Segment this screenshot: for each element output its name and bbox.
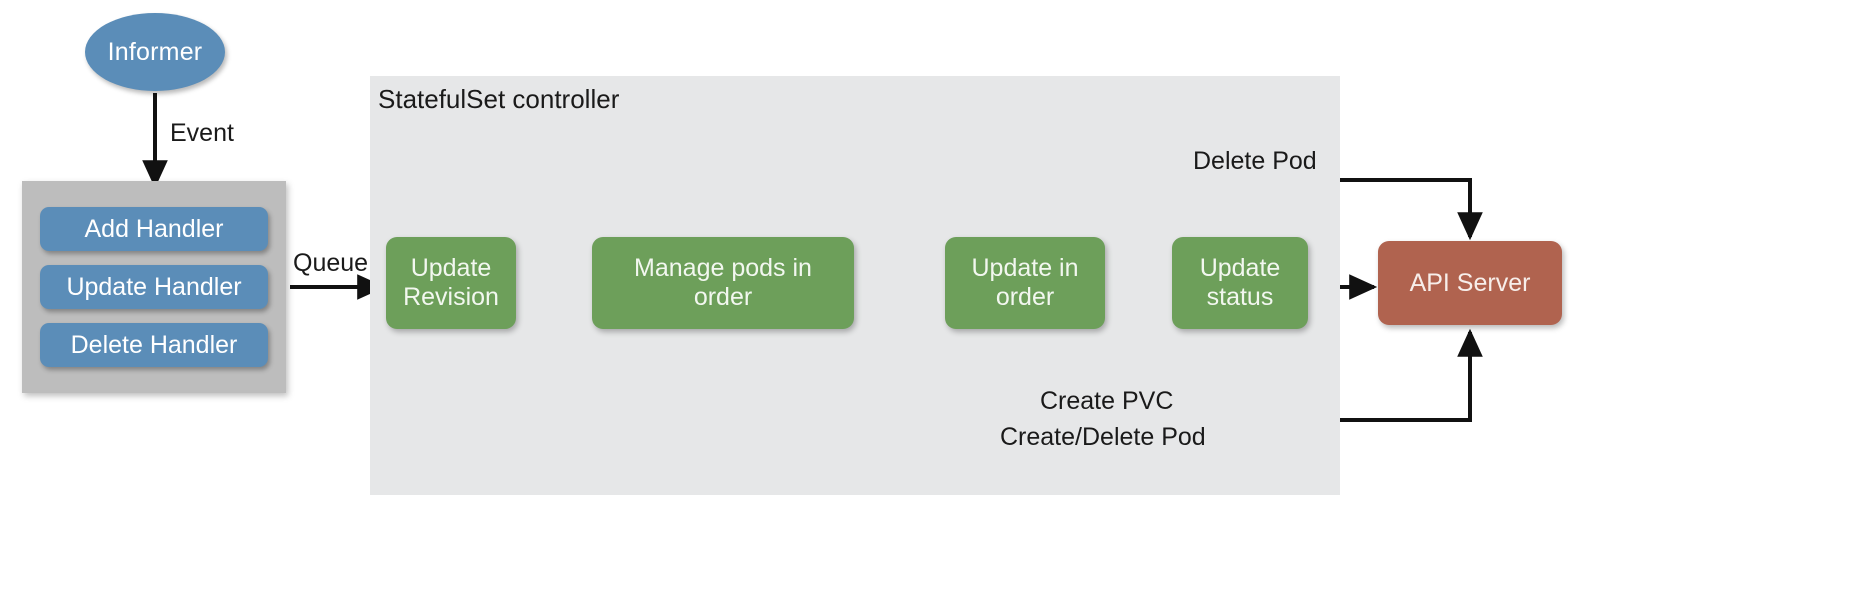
edge-label-create-pvc: Create PVC [1040, 387, 1174, 415]
informer-handlers-panel: Add Handler Update Handler Delete Handle… [22, 181, 286, 393]
process-update-revision[interactable]: Update Revision [386, 237, 516, 329]
statefulset-controller-title: StatefulSet controller [378, 84, 620, 114]
diagram-canvas: Informer Event Add Handler Update Handle… [0, 0, 1868, 610]
process-update-status-label: Update status [1199, 254, 1281, 311]
informer-node[interactable]: Informer [85, 13, 225, 91]
process-update-revision-label: Update Revision [403, 254, 499, 311]
api-server-node[interactable]: API Server [1378, 241, 1562, 325]
api-server-label: API Server [1409, 268, 1531, 297]
edge-label-event: Event [170, 119, 234, 147]
process-manage-pods-in-order-label: Manage pods in order [634, 254, 812, 311]
informer-label: Informer [107, 37, 203, 66]
handler-add[interactable]: Add Handler [40, 207, 268, 251]
edge-label-create-delete-pod: Create/Delete Pod [1000, 423, 1206, 451]
process-update-in-order[interactable]: Update in order [945, 237, 1105, 329]
process-manage-pods-in-order[interactable]: Manage pods in order [592, 237, 854, 329]
handler-delete[interactable]: Delete Handler [40, 323, 268, 367]
handler-add-label: Add Handler [84, 214, 224, 243]
edge-label-delete-pod: Delete Pod [1193, 147, 1317, 175]
process-update-status[interactable]: Update status [1172, 237, 1308, 329]
handler-update-label: Update Handler [66, 272, 242, 301]
handler-update[interactable]: Update Handler [40, 265, 268, 309]
edge-label-queue: Queue [293, 249, 369, 277]
handler-delete-label: Delete Handler [70, 330, 238, 359]
process-update-in-order-label: Update in order [971, 254, 1079, 311]
